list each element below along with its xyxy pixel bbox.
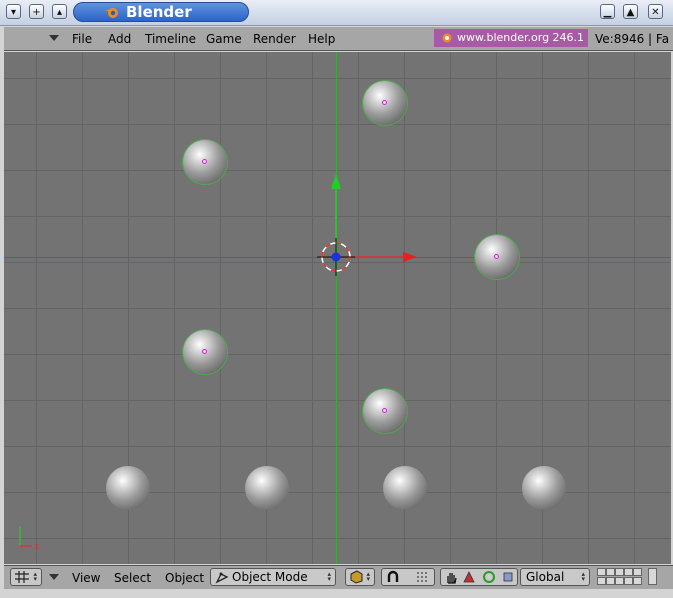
updown-arrows-icon: ▴ ▾ (33, 570, 37, 583)
menu-select[interactable]: Select (114, 571, 151, 585)
blender-logo-icon (105, 8, 118, 18)
layer-button[interactable] (615, 568, 624, 576)
snap-controls[interactable] (381, 568, 435, 586)
menu-object[interactable]: Object (165, 571, 204, 585)
editor-type-menu[interactable]: ▴ ▾ (10, 568, 42, 586)
header-collapse-chevron-icon[interactable] (49, 574, 59, 580)
menu-file[interactable]: File (72, 32, 92, 46)
menu-help[interactable]: Help (308, 32, 335, 46)
snap-magnet-icon (387, 570, 399, 582)
window-titlebar: ▾ + ▴ Blender ▁ ▲ ✕ (0, 0, 673, 26)
layer-button[interactable] (624, 568, 633, 576)
updown-arrows-icon: ▴ ▾ (366, 570, 370, 583)
updown-arrows-icon: ▴ ▾ (327, 570, 331, 583)
layer-button[interactable] (624, 577, 633, 585)
layer-button[interactable] (615, 577, 624, 585)
window-menu-chevron-icon[interactable]: ▾ (6, 4, 21, 19)
object-mode-icon (215, 572, 229, 584)
window-plus-icon[interactable]: + (29, 4, 44, 19)
transform-manipulator[interactable]: x (4, 52, 671, 564)
main-menu-bar: File Add Timeline Game Render Help www.b… (4, 27, 673, 51)
square-icon[interactable] (501, 570, 515, 584)
layer-lock-button[interactable] (648, 568, 657, 585)
layer-buttons[interactable] (597, 568, 657, 586)
manipulator-toggles[interactable] (440, 568, 518, 586)
circle-icon[interactable] (482, 570, 496, 584)
window-shade-icon[interactable]: ▴ (52, 4, 67, 19)
y-arrow-icon (331, 174, 341, 189)
blender-banner-logo-icon (442, 33, 452, 43)
layer-button[interactable] (597, 568, 606, 576)
3d-view-header: ▴ ▾ View Select Object Object Mode ▴ ▾ ▴ ▾ (4, 565, 673, 589)
maximize-icon[interactable]: ▲ (623, 4, 638, 19)
view-grid-icon (15, 571, 29, 583)
menu-timeline[interactable]: Timeline (145, 32, 196, 46)
menu-game[interactable]: Game (206, 32, 242, 46)
mode-value: Object Mode (232, 570, 308, 584)
mode-dropdown[interactable]: Object Mode ▴ ▾ (210, 568, 336, 586)
layer-button[interactable] (633, 577, 642, 585)
transform-orientation-dropdown[interactable]: Global ▴ ▾ (520, 568, 590, 586)
banner-text: www.blender.org 246.1 (457, 31, 585, 44)
triangle-icon[interactable] (462, 570, 476, 584)
menu-add[interactable]: Add (108, 32, 131, 46)
layer-button[interactable] (597, 577, 606, 585)
hand-icon[interactable] (444, 570, 458, 584)
close-icon[interactable]: ✕ (648, 4, 663, 19)
scene-stats: Ve:8946 | Fa (595, 32, 670, 46)
header-collapse-chevron-icon[interactable] (49, 35, 59, 41)
layer-button[interactable] (606, 577, 615, 585)
layer-button[interactable] (633, 568, 642, 576)
menu-view[interactable]: View (72, 571, 100, 585)
x-arrow-icon (403, 252, 417, 262)
minimize-icon[interactable]: ▁ (600, 4, 615, 19)
window-bottom-edge (0, 589, 673, 598)
window-title-pill: Blender (73, 2, 249, 22)
orientation-value: Global (526, 570, 565, 584)
updown-arrows-icon: ▴ ▾ (581, 570, 585, 583)
shading-dropdown[interactable]: ▴ ▾ (345, 568, 375, 586)
shading-icon (350, 570, 363, 584)
snap-options-icon (417, 572, 429, 582)
menu-render[interactable]: Render (253, 32, 296, 46)
3d-viewport[interactable]: x (4, 52, 671, 564)
corner-x-label: x (34, 542, 40, 552)
window-title: Blender (126, 3, 192, 21)
layer-button[interactable] (606, 568, 615, 576)
blender-version-banner: www.blender.org 246.1 (434, 29, 588, 47)
